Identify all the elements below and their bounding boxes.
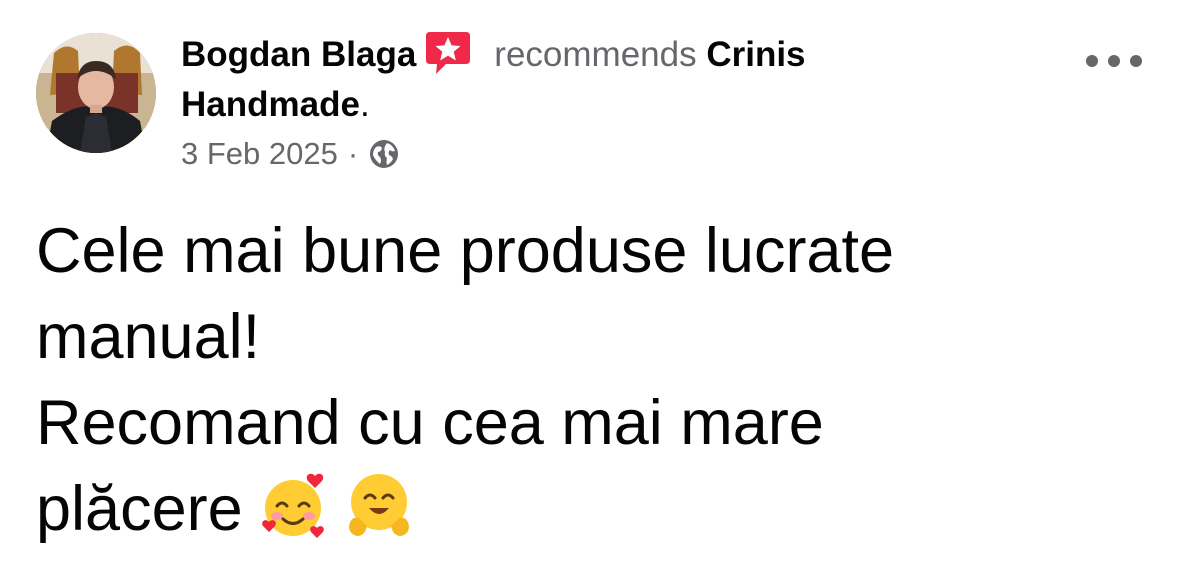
author-avatar[interactable] — [36, 33, 156, 153]
post-text-line: manual! — [36, 302, 261, 372]
more-dot — [1130, 55, 1142, 67]
more-dot — [1086, 55, 1098, 67]
post-text-line: plăcere — [36, 474, 243, 544]
post-body: Cele mai bune produse lucrate manual! Re… — [36, 208, 1146, 552]
globe-icon[interactable] — [368, 138, 400, 170]
header-line-1: Bogdan Blaga recommends Crinis — [181, 28, 1061, 80]
more-dot — [1108, 55, 1120, 67]
profile-photo — [36, 33, 156, 153]
page-name-link-part1[interactable]: Crinis — [706, 35, 805, 74]
meta-separator: · — [347, 136, 359, 171]
recommendation-star-icon — [424, 28, 472, 76]
header-line-2: Handmade. — [181, 80, 1061, 130]
post-date[interactable]: 3 Feb 2025 — [181, 132, 338, 176]
header-period: . — [359, 85, 370, 124]
recommends-text: recommends — [494, 35, 697, 74]
author-name-link[interactable]: Bogdan Blaga — [181, 35, 416, 74]
smiling-face-with-hearts-icon — [257, 470, 329, 542]
post-text-line-with-emojis: plăcere — [36, 466, 1146, 552]
page-name-link-part2[interactable]: Handmade — [181, 85, 360, 124]
hugging-face-icon — [343, 470, 415, 542]
post-text-line: Cele mai bune produse lucrate — [36, 216, 895, 286]
post-header: Bogdan Blaga recommends Crinis Handmade. — [181, 28, 1061, 130]
post-text-line: Recomand cu cea mai mare — [36, 388, 824, 458]
more-options-icon[interactable] — [1086, 50, 1142, 72]
post-meta: 3 Feb 2025 · — [181, 132, 400, 176]
